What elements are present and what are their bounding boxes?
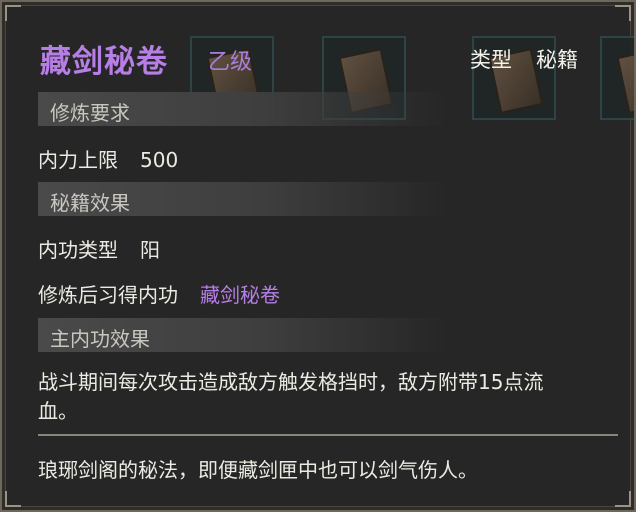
item-grade: 乙级 [208, 50, 253, 75]
corner-ornament [5, 491, 21, 507]
internal-type-line: 内功类型阳 [38, 234, 160, 263]
section-title: 主内功效果 [50, 327, 150, 351]
section-title: 秘籍效果 [50, 191, 130, 215]
learned-skill-line: 修炼后习得内功 藏剑秘卷 [38, 279, 280, 308]
requirement-label: 内力上限 [38, 148, 118, 172]
section-header-effect: 秘籍效果 [38, 182, 448, 216]
section-title: 修炼要求 [50, 101, 130, 125]
item-type-label: 类型 [470, 48, 512, 72]
item-type-value: 秘籍 [536, 48, 578, 72]
item-name: 藏剑秘卷 [40, 44, 168, 80]
flavor-text: 琅琊剑阁的秘法，即便藏剑匣中也可以剑气伤人。 [38, 458, 478, 482]
divider [38, 434, 618, 436]
item-header: 藏剑秘卷 乙级 类型 秘籍 [40, 34, 600, 80]
internal-type-label: 内功类型 [38, 238, 118, 262]
main-effect-description: 战斗期间每次攻击造成敌方触发格挡时，敌方附带15点流血。 [38, 370, 544, 423]
section-header-main-effect: 主内功效果 [38, 318, 448, 352]
internal-type-value: 阳 [140, 238, 160, 262]
section-header-requirement: 修炼要求 [38, 92, 448, 126]
item-tooltip: 藏剑秘卷 乙级 类型 秘籍 修炼要求 内力上限 500 秘籍效果 内功类型阳 修炼… [0, 0, 636, 512]
corner-ornament [615, 491, 631, 507]
learned-skill-value: 藏剑秘卷 [200, 283, 280, 307]
inventory-slot [600, 36, 634, 120]
requirement-line: 内力上限 500 [38, 144, 178, 173]
book-icon [616, 48, 634, 114]
learned-skill-label: 修炼后习得内功 [38, 283, 178, 307]
requirement-value: 500 [140, 148, 179, 172]
